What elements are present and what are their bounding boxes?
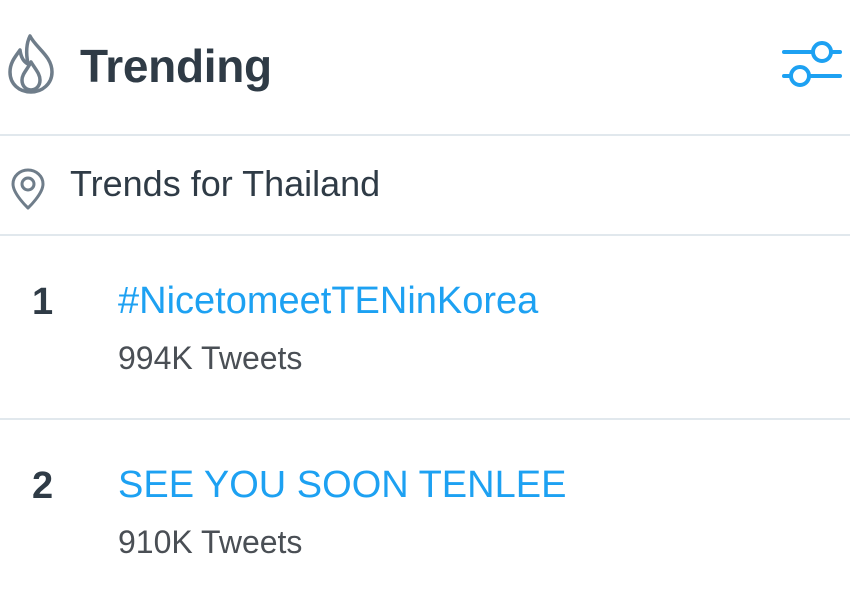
location-label: Trends for Thailand [70,163,381,204]
trend-name-link[interactable]: #NicetomeetTENinKorea [118,278,538,324]
trend-rank: 1 [32,281,54,323]
location-row[interactable]: Trends for Thailand [0,136,850,236]
trend-name-link[interactable]: SEE YOU SOON TENLEE [118,462,566,508]
page-title: Trending [80,40,272,92]
trend-item[interactable]: 2 SEE YOU SOON TENLEE 910K Tweets [0,420,850,590]
trend-rank: 2 [32,465,54,507]
location-pin-icon [11,168,45,210]
trend-tweet-count: 994K Tweets [118,340,303,376]
settings-sliders-icon[interactable] [782,38,842,92]
trend-tweet-count: 910K Tweets [118,524,303,560]
trend-item[interactable]: 1 #NicetomeetTENinKorea 994K Tweets [0,236,850,420]
flame-icon [8,34,54,94]
trending-header: Trending [0,0,850,136]
